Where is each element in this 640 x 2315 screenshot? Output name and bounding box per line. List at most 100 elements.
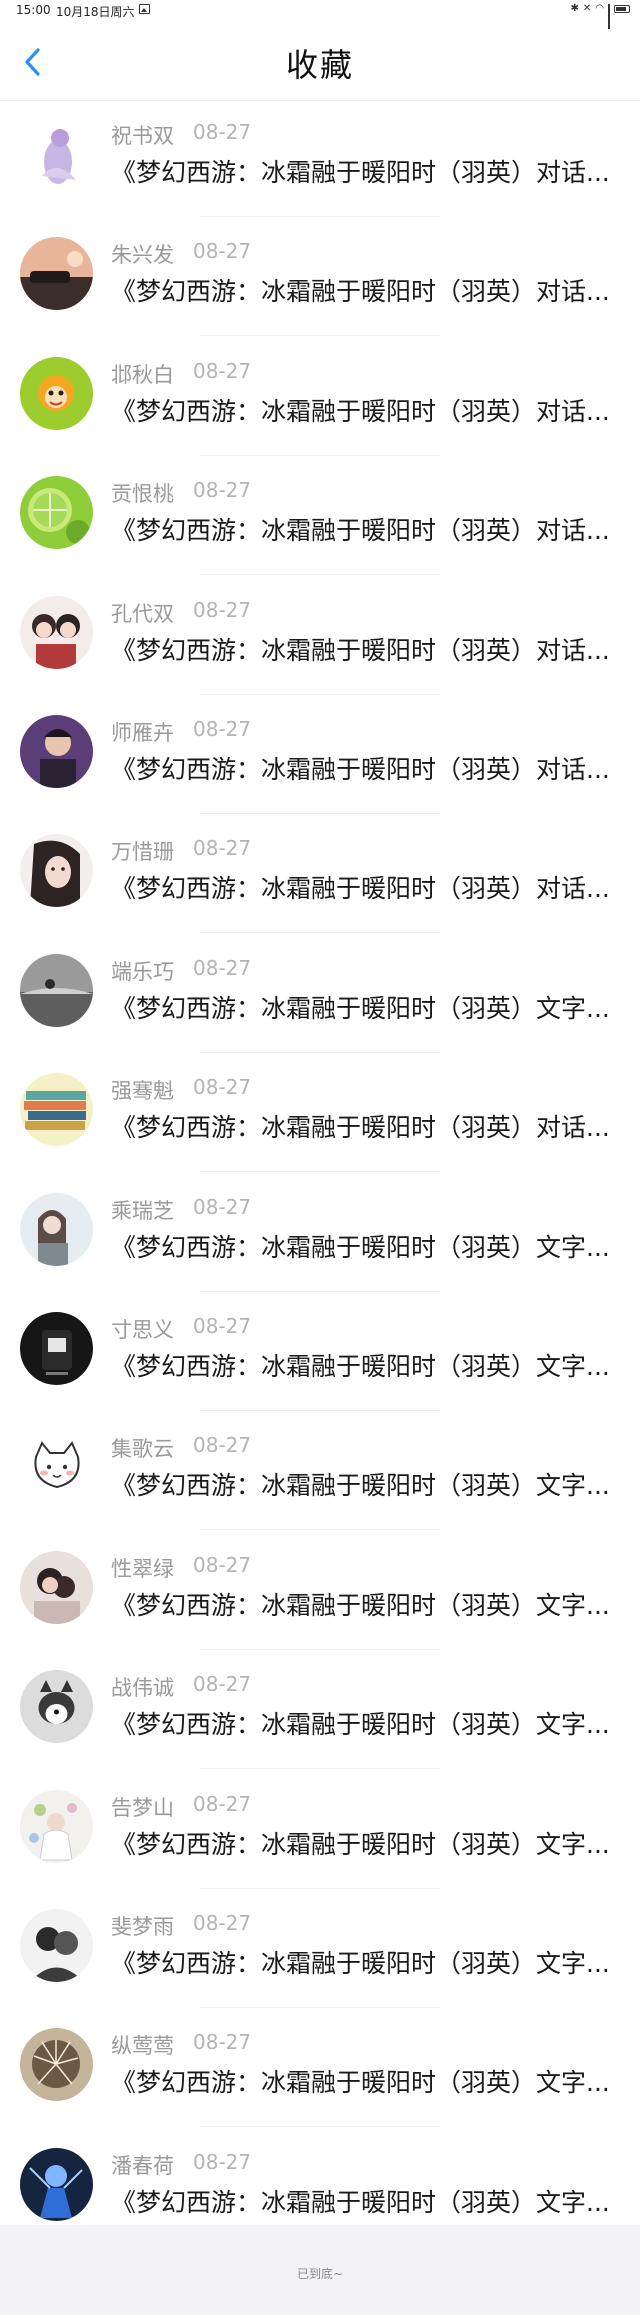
post-title[interactable]: 《梦幻西游：冰霜融于暖阳时（羽英）对话... [111,153,617,189]
cartoon-cat-avatar[interactable] [20,1431,93,1504]
status-time: 15:00 [16,3,51,17]
author-name: 端乐巧 [111,960,174,984]
mute-icon: ✕ [582,3,592,14]
author-name: 斐梦雨 [111,1915,174,1939]
post-date: 08-27 [193,956,252,980]
author-name: 告梦山 [111,1796,174,1820]
favorite-item[interactable]: 战伟诚 08-27 《梦幻西游：冰霜融于暖阳时（羽英）文字... [0,1650,640,1769]
blue-hero-avatar[interactable] [20,2148,93,2221]
page-title: 收藏 [285,46,354,84]
favorite-item[interactable]: 纵莺莺 08-27 《梦幻西游：冰霜融于暖阳时（羽英）文字... [0,2008,640,2127]
dark-figure-avatar[interactable] [20,1312,93,1385]
app-header: 收藏 [0,22,640,101]
author-name: 万惜珊 [111,840,174,864]
battery-icon [614,4,630,13]
post-title[interactable]: 《梦幻西游：冰霜融于暖阳时（羽英）对话... [111,1108,617,1144]
grey-landscape-avatar[interactable] [20,954,93,1027]
favorite-item[interactable]: 师雁卉 08-27 《梦幻西游：冰霜融于暖阳时（羽英）对话... [0,695,640,814]
sunset-car-avatar[interactable] [20,237,93,310]
author-name: 师雁卉 [111,721,174,745]
favorite-item[interactable]: 祝书双 08-27 《梦幻西游：冰霜融于暖阳时（羽英）对话... [0,98,640,217]
girl-winter-avatar[interactable] [20,1193,93,1266]
favorite-item[interactable]: 端乐巧 08-27 《梦幻西游：冰霜融于暖阳时（羽英）文字... [0,934,640,1053]
list-footer: 已到底~ [0,2225,640,2315]
post-date: 08-27 [193,1075,252,1099]
favorite-item[interactable]: 斐梦雨 08-27 《梦幻西游：冰霜融于暖阳时（羽英）文字... [0,1889,640,2008]
status-icons: ✱ ✕ ◠ [570,3,630,29]
favorites-screen: 祝书双 08-27 《梦幻西游：冰霜融于暖阳时（羽英）对话... 朱兴发 08-27 《梦… [0,0,640,2315]
post-title[interactable]: 《梦幻西游：冰霜融于暖阳时（羽英）对话... [111,511,617,547]
favorite-item[interactable]: 万惜珊 08-27 《梦幻西游：冰霜融于暖阳时（羽英）对话... [0,814,640,933]
post-date: 08-27 [193,598,252,622]
post-title[interactable]: 《梦幻西游：冰霜融于暖阳时（羽英）对话... [111,272,617,308]
husky-dog-avatar[interactable] [20,1670,93,1743]
anime-girl-purple-avatar[interactable] [20,118,93,191]
post-date: 08-27 [193,1314,252,1338]
young-man-avatar[interactable] [20,715,93,788]
post-title[interactable]: 《梦幻西游：冰霜融于暖阳时（羽英）对话... [111,750,617,786]
post-title[interactable]: 《梦幻西游：冰霜融于暖阳时（羽英）文字... [111,1825,617,1861]
cartoon-monkey-avatar[interactable] [20,357,93,430]
post-title[interactable]: 《梦幻西游：冰霜融于暖阳时（羽英）文字... [111,1586,617,1622]
post-title[interactable]: 《梦幻西游：冰霜融于暖阳时（羽英）文字... [111,1228,617,1264]
post-date: 08-27 [193,1553,252,1577]
row-divider [200,335,440,336]
favorite-item[interactable]: 乘瑞芝 08-27 《梦幻西游：冰霜融于暖阳时（羽英）文字... [0,1173,640,1292]
favorite-item[interactable]: 性翠绿 08-27 《梦幻西游：冰霜融于暖阳时（羽英）文字... [0,1531,640,1650]
author-name: 纵莺莺 [111,2034,174,2058]
anime-couple-avatar[interactable] [20,596,93,669]
row-divider [200,1768,440,1769]
status-bar: 15:00 10月18日周六 ✱ ✕ ◠ [0,0,640,29]
row-divider [200,1529,440,1530]
post-title[interactable]: 《梦幻西游：冰霜融于暖阳时（羽英）文字... [111,2063,617,2099]
post-date: 08-27 [193,1911,252,1935]
favorite-item[interactable]: 强骞魁 08-27 《梦幻西游：冰霜融于暖阳时（羽英）对话... [0,1053,640,1172]
post-date: 08-27 [193,1195,252,1219]
author-name: 贡恨桃 [111,482,174,506]
post-title[interactable]: 《梦幻西游：冰霜融于暖阳时（羽英）对话... [111,631,617,667]
post-date: 08-27 [193,120,252,144]
favorite-item[interactable]: 邶秋白 08-27 《梦幻西游：冰霜融于暖阳时（羽英）对话... [0,337,640,456]
favorite-item[interactable]: 贡恨桃 08-27 《梦幻西游：冰霜融于暖阳时（羽英）对话... [0,456,640,575]
stacked-books-avatar[interactable] [20,1073,93,1146]
mono-couple-avatar[interactable] [20,1909,93,1982]
woman-portrait-avatar[interactable] [20,834,93,907]
post-date: 08-27 [193,1672,252,1696]
post-title[interactable]: 《梦幻西游：冰霜融于暖阳时（羽英）文字... [111,1347,617,1383]
dandelion-avatar[interactable] [20,2028,93,2101]
post-title[interactable]: 《梦幻西游：冰霜融于暖阳时（羽英）文字... [111,1944,617,1980]
favorite-item[interactable]: 集歌云 08-27 《梦幻西游：冰霜融于暖阳时（羽英）文字... [0,1411,640,1530]
post-title[interactable]: 《梦幻西游：冰霜融于暖阳时（羽英）文字... [111,2183,617,2219]
post-date: 08-27 [193,359,252,383]
favorite-item[interactable]: 告梦山 08-27 《梦幻西游：冰霜融于暖阳时（羽英）文字... [0,1770,640,1889]
post-title[interactable]: 《梦幻西游：冰霜融于暖阳时（羽英）文字... [111,1466,617,1502]
post-date: 08-27 [193,836,252,860]
author-name: 祝书双 [111,124,174,148]
status-date: 10月18日周六 [56,5,135,19]
row-divider [200,1171,440,1172]
post-title[interactable]: 《梦幻西游：冰霜融于暖阳时（羽英）文字... [111,1705,617,1741]
flower-girl-avatar[interactable] [20,1790,93,1863]
row-divider [200,2126,440,2127]
favorite-item[interactable]: 寸思义 08-27 《梦幻西游：冰霜融于暖阳时（羽英）文字... [0,1292,640,1411]
couple-photo-avatar[interactable] [20,1551,93,1624]
author-name: 潘春荷 [111,2154,174,2178]
favorite-item[interactable]: 孔代双 08-27 《梦幻西游：冰霜融于暖阳时（羽英）对话... [0,576,640,695]
favorite-item[interactable]: 朱兴发 08-27 《梦幻西游：冰霜融于暖阳时（羽英）对话... [0,217,640,336]
post-title[interactable]: 《梦幻西游：冰霜融于暖阳时（羽英）文字... [111,989,617,1025]
signal-icon [608,3,610,29]
post-date: 08-27 [193,1792,252,1816]
post-title[interactable]: 《梦幻西游：冰霜融于暖阳时（羽英）对话... [111,869,617,905]
author-name: 强骞魁 [111,1079,174,1103]
post-date: 08-27 [193,1433,252,1457]
end-of-list-text: 已到底~ [296,2267,344,2281]
row-divider [200,574,440,575]
author-name: 邶秋白 [111,363,174,387]
post-title[interactable]: 《梦幻西游：冰霜融于暖阳时（羽英）对话... [111,392,617,428]
author-name: 孔代双 [111,602,174,626]
lime-slice-avatar[interactable] [20,476,93,549]
row-divider [200,932,440,933]
post-date: 08-27 [193,2030,252,2054]
post-date: 08-27 [193,478,252,502]
bluetooth-icon: ✱ [570,3,579,14]
